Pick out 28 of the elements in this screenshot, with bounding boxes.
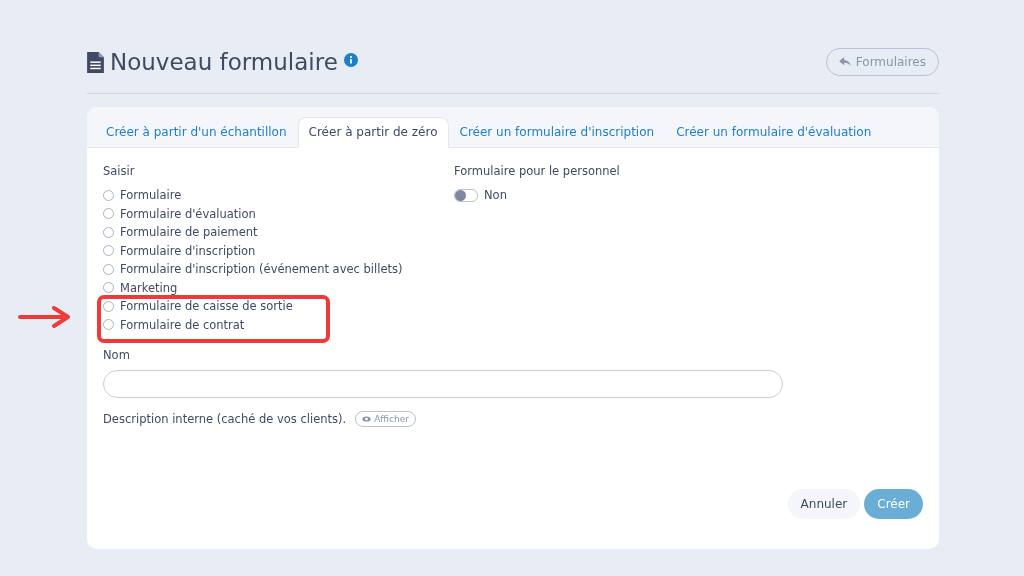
- annotation-arrow: [18, 306, 72, 328]
- tab[interactable]: Créer à partir d'un échantillon: [95, 117, 298, 148]
- option-label: Formulaire de caisse de sortie: [120, 299, 293, 314]
- page-title: Nouveau formulaire: [110, 49, 338, 75]
- option-label: Formulaire de contrat: [120, 317, 245, 332]
- show-button[interactable]: Afficher: [355, 411, 416, 427]
- field-label: Nom: [103, 348, 131, 362]
- option-label: Formulaire d'inscription: [120, 243, 256, 258]
- reply-arrow-icon: [838, 57, 851, 67]
- toggle-state: Non: [484, 188, 507, 203]
- tab[interactable]: Créer à partir de zéro: [297, 117, 449, 148]
- toggle-switch[interactable]: [454, 188, 478, 202]
- description-label: Description interne (caché de vos clients).: [103, 412, 347, 426]
- document-icon: [87, 51, 104, 73]
- field-label: Saisir: [103, 164, 136, 178]
- option-label: Formulaire de paiement: [120, 225, 258, 240]
- create-button[interactable]: Créer: [864, 489, 923, 519]
- tab[interactable]: Créer un formulaire d'inscription: [448, 117, 666, 148]
- option-label: Formulaire d'évaluation: [120, 206, 256, 221]
- option-label: Formulaire: [120, 188, 182, 203]
- option-label: Formulaire d'inscription (événement avec billets): [120, 262, 403, 277]
- field-label: Formulaire pour le personnel: [454, 164, 620, 178]
- name-field[interactable]: [103, 370, 783, 398]
- cancel-button[interactable]: Annuler: [787, 489, 861, 519]
- option-label: Marketing: [120, 280, 178, 295]
- info-icon[interactable]: [343, 53, 358, 67]
- tab[interactable]: Créer un formulaire d'évaluation: [665, 117, 883, 148]
- eye-icon: [362, 416, 372, 422]
